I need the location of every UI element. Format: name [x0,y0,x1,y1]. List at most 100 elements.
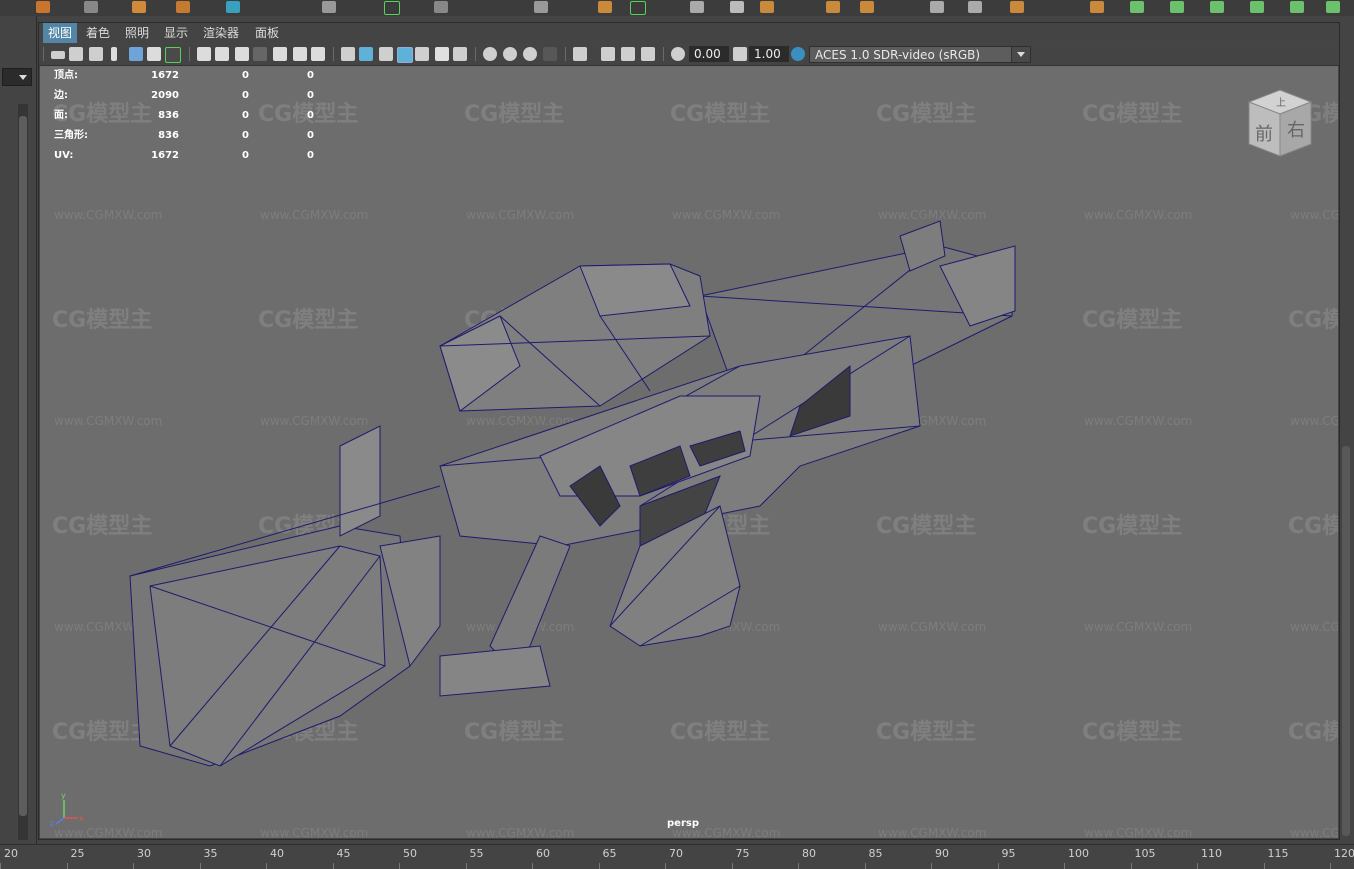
timeline-tick-label: 110 [1201,847,1222,860]
resolution-gate-icon[interactable] [235,47,249,61]
shelf-icon[interactable] [1210,1,1224,13]
motion-blur-icon[interactable] [503,47,517,61]
textured-icon[interactable] [415,47,429,61]
exposure-field[interactable]: 0.00 [689,46,729,62]
shelf-icon[interactable] [1170,1,1184,13]
menu-lighting[interactable]: 照明 [120,23,154,43]
shelf-icon[interactable] [598,1,612,13]
timeline-tick-label: 20 [4,847,18,860]
shelf-icon[interactable] [132,1,146,13]
shelf-icon[interactable] [1250,1,1264,13]
ambient-occlusion-icon[interactable] [483,47,497,61]
hud-value: 0 [307,70,314,81]
timeline-tick [731,863,733,869]
shelf-icon[interactable] [1290,1,1304,13]
viewport-panel: 视图 着色 照明 显示 渲染器 面板 0.00 1.00 ACES 1.0 SD… [38,22,1340,840]
hud-value: 0 [242,150,249,161]
hud-value: 1672 [151,70,179,81]
field-chart-icon[interactable] [273,47,287,61]
time-slider[interactable]: 20 25 30 35 40 45 50 55 60 65 70 75 80 85 90 95 100 105 11… [0,844,1354,869]
shelf-icon[interactable] [384,1,400,15]
menu-renderer[interactable]: 渲染器 [198,23,244,43]
shelf-icon[interactable] [176,1,190,13]
camera-attributes-icon[interactable] [89,47,103,61]
shelf-icon[interactable] [226,1,240,13]
timeline-tick [798,863,799,869]
timeline-tick [465,863,467,869]
timeline-tick-label: 100 [1068,847,1089,860]
wireframe-icon[interactable] [341,47,355,61]
color-space-dropdown[interactable]: ACES 1.0 SDR-video (sRGB) [809,46,1031,63]
shelf-icon[interactable] [930,1,944,13]
anti-aliasing-icon[interactable] [523,47,537,61]
timeline-tick-label: 120 [1334,847,1354,860]
shelf-icon[interactable] [534,1,548,13]
image-plane-icon[interactable] [129,47,143,61]
smooth-shade-icon[interactable] [359,47,373,61]
shelf-icon[interactable] [1130,1,1144,13]
shelf-icon[interactable] [760,1,774,13]
grid-icon[interactable] [197,47,211,61]
shelf-icon[interactable] [434,1,448,13]
shelf-icon[interactable] [826,1,840,13]
use-lights-icon[interactable] [435,47,449,61]
timeline-tick [1064,863,1065,869]
camera-lock-icon[interactable] [69,47,83,61]
toolbar-separator [43,47,44,61]
hud-value: 0 [242,90,249,101]
shelf-icon[interactable] [84,1,98,13]
grid-toggle-icon[interactable] [165,47,181,63]
right-scrollbar[interactable] [1342,446,1350,836]
xray-icon[interactable] [601,47,615,61]
view-cube[interactable]: 上 前 右 [1245,86,1315,161]
menu-shading[interactable]: 着色 [81,23,115,43]
scrollbar-thumb[interactable] [19,116,27,816]
timeline-tick [266,863,267,869]
exposure-icon[interactable] [671,47,685,61]
bookmark-icon[interactable] [111,47,117,61]
menu-panels[interactable]: 面板 [250,23,284,43]
depth-of-field-icon[interactable] [543,47,557,61]
default-material-icon[interactable] [379,47,393,61]
safe-title-icon[interactable] [311,47,325,61]
left-scrollbar[interactable] [18,104,28,840]
3d-viewport[interactable]: CG模型主 www.CGMXW.com CG模型主 www.CGMXW.com CG模型… [40,66,1338,838]
rifle-model-wireframe[interactable] [40,66,1338,838]
timeline-tick-label: 50 [403,847,417,860]
shelf-icon[interactable] [860,1,874,13]
shelf-icon[interactable] [630,1,646,15]
toolbar-separator [189,47,190,61]
timeline-tick-label: 70 [669,847,683,860]
xray-joints-icon[interactable] [621,47,635,61]
shelf-icon[interactable] [690,1,704,13]
axis-x-label: x [79,814,84,823]
hud-value: 2090 [151,90,179,101]
camera-select-icon[interactable] [51,51,65,59]
shelf-icon[interactable] [730,1,744,13]
shadows-icon[interactable] [453,47,467,61]
xray-components-icon[interactable] [641,47,655,61]
wireframe-on-shaded-icon[interactable] [397,47,413,63]
shelf-icon[interactable] [322,1,336,13]
safe-action-icon[interactable] [293,47,307,61]
gamma-field[interactable]: 1.00 [749,46,789,62]
hud-label: 边: [54,90,68,101]
menu-view[interactable]: 视图 [43,23,78,43]
hud-value: 0 [242,110,249,121]
shelf-icon[interactable] [1326,1,1340,13]
gate-mask-icon[interactable] [253,47,267,61]
color-management-icon[interactable] [791,47,805,61]
chevron-down-icon[interactable] [1011,47,1030,62]
hud-value: 0 [307,110,314,121]
grease-pencil-icon[interactable] [147,47,161,61]
shelf-icon[interactable] [1090,1,1104,13]
isolate-select-icon[interactable] [573,47,587,61]
hud-label: 顶点: [54,70,78,81]
menu-show[interactable]: 显示 [159,23,193,43]
shelf-icon[interactable] [1010,1,1024,13]
shelf-icon[interactable] [968,1,982,13]
panel-dropdown[interactable] [2,68,32,86]
shelf-icon[interactable] [36,1,50,13]
film-gate-icon[interactable] [215,47,229,61]
gamma-icon[interactable] [733,47,747,61]
